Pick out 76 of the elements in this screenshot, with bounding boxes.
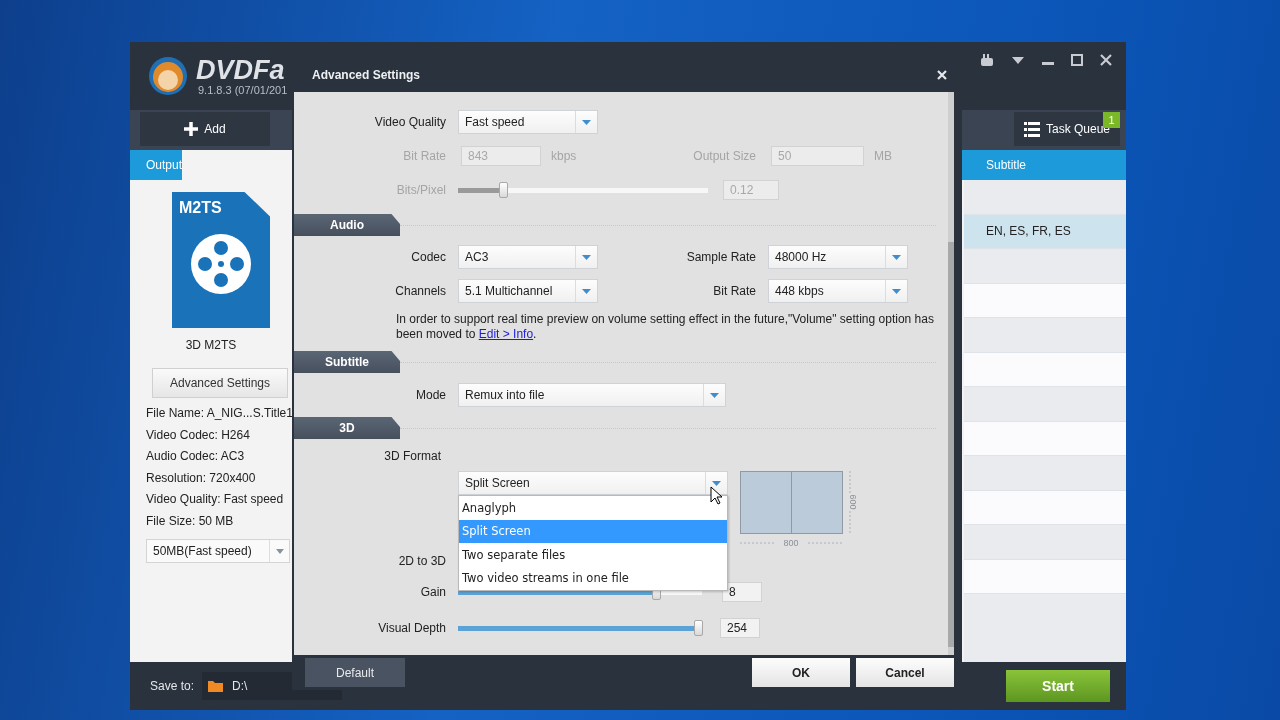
dropdown-icon[interactable] bbox=[1011, 55, 1025, 65]
field-label: Gain bbox=[419, 585, 446, 599]
section-header: Audio bbox=[294, 214, 400, 236]
list-icon bbox=[1023, 121, 1040, 137]
file-info-text: File Name: A_NIG...S.Title1 bbox=[146, 407, 293, 420]
add-button[interactable]: Add bbox=[140, 112, 270, 146]
field-label: Sample Rate bbox=[685, 250, 756, 264]
caret-icon bbox=[582, 254, 591, 260]
ok-button[interactable]: OK bbox=[752, 658, 850, 687]
unit-label: MB bbox=[874, 149, 892, 163]
field-label: Bits/Pixel bbox=[395, 183, 446, 197]
file-info-text: Resolution: 720x400 bbox=[146, 471, 256, 484]
section-header: 3D bbox=[294, 417, 400, 439]
field-label: Channels bbox=[394, 284, 446, 298]
table-row[interactable] bbox=[964, 490, 1126, 525]
info-note: In order to support real time preview on volume setting effect in the future,"Volume" setting option has been moved to Edit > Info. bbox=[396, 312, 934, 342]
logo-icon bbox=[148, 56, 188, 96]
close-icon[interactable] bbox=[1100, 54, 1112, 66]
codec-dropdown[interactable]: AC3 bbox=[458, 245, 598, 269]
video-quality-dropdown[interactable]: Fast speed bbox=[458, 110, 598, 134]
table-row[interactable]: EN, ES, FR, ES bbox=[964, 214, 1126, 249]
field-label: Codec bbox=[410, 250, 446, 264]
slider-thumb[interactable] bbox=[694, 620, 703, 636]
caret-icon bbox=[582, 119, 591, 125]
column-header: Subtitle bbox=[964, 150, 1126, 180]
field-label: Visual Depth bbox=[377, 621, 446, 635]
scrollbar-thumb[interactable] bbox=[948, 242, 954, 647]
close-icon[interactable] bbox=[937, 70, 947, 80]
file-info-text: Audio Codec: AC3 bbox=[146, 450, 245, 463]
file-info-text: File Size: 50 MB bbox=[146, 514, 234, 527]
cancel-button[interactable]: Cancel bbox=[856, 658, 954, 687]
caret-icon bbox=[582, 288, 591, 294]
field-label: Bit Rate bbox=[712, 284, 756, 298]
advanced-settings-button[interactable]: Advanced Settings bbox=[152, 368, 288, 398]
visual-depth-field[interactable]: 254 bbox=[720, 618, 760, 638]
sample-rate-dropdown[interactable]: 48000 Hz bbox=[768, 245, 908, 269]
bit-rate-dropdown[interactable]: 448 kbps bbox=[768, 279, 908, 303]
section-header: Subtitle bbox=[294, 351, 400, 373]
unit-label: kbps bbox=[551, 149, 577, 163]
version-text: 9.1.8.3 (07/01/201 bbox=[198, 84, 288, 96]
save-to-label: Save to: bbox=[150, 679, 195, 693]
plus-icon bbox=[184, 122, 199, 136]
mode-dropdown[interactable]: Remux into file bbox=[458, 383, 726, 407]
table-row[interactable] bbox=[964, 352, 1126, 387]
dialog-title: Advanced Settings bbox=[312, 68, 421, 82]
field-label: 2D to 3D bbox=[397, 554, 446, 568]
table-row[interactable] bbox=[964, 421, 1126, 456]
caret-icon bbox=[710, 392, 719, 398]
logo-text: DVDFa bbox=[196, 56, 286, 84]
channels-dropdown[interactable]: 5.1 Multichannel bbox=[458, 279, 598, 303]
file-info-text: Video Quality: Fast speed bbox=[146, 493, 284, 506]
folder-icon bbox=[208, 680, 224, 692]
caret-icon bbox=[275, 548, 284, 554]
queue-count-badge: 1 bbox=[1103, 112, 1120, 128]
default-button[interactable]: Default bbox=[305, 658, 405, 687]
table-cell: EN, ES, FR, ES bbox=[986, 224, 1071, 239]
field-label: 3D Format bbox=[383, 449, 441, 463]
table-row[interactable] bbox=[964, 283, 1126, 318]
field-label: Bit Rate bbox=[402, 149, 446, 163]
field-label: Video Quality bbox=[373, 115, 446, 129]
profile-name: 3D M2TS bbox=[185, 338, 237, 352]
dropdown-option[interactable]: Two separate files bbox=[459, 543, 727, 567]
3d-format-dropdown[interactable]: Split Screen bbox=[458, 471, 728, 495]
gain-field[interactable]: 8 bbox=[722, 582, 762, 602]
file-type-label: M2TS bbox=[179, 199, 222, 217]
dropdown-option[interactable]: Anaglyph bbox=[459, 496, 727, 520]
size-dropdown[interactable]: 50MB(Fast speed) bbox=[146, 539, 290, 563]
caret-icon bbox=[892, 254, 901, 260]
table-row[interactable] bbox=[964, 559, 1126, 594]
field-label: Output Size bbox=[692, 149, 756, 163]
field-label: Mode bbox=[414, 388, 446, 402]
maximize-icon[interactable] bbox=[1071, 54, 1083, 66]
output-header: Output bbox=[130, 150, 183, 180]
film-reel-icon bbox=[190, 233, 252, 295]
caret-icon bbox=[892, 288, 901, 294]
file-info-text: Video Codec: H264 bbox=[146, 428, 250, 441]
